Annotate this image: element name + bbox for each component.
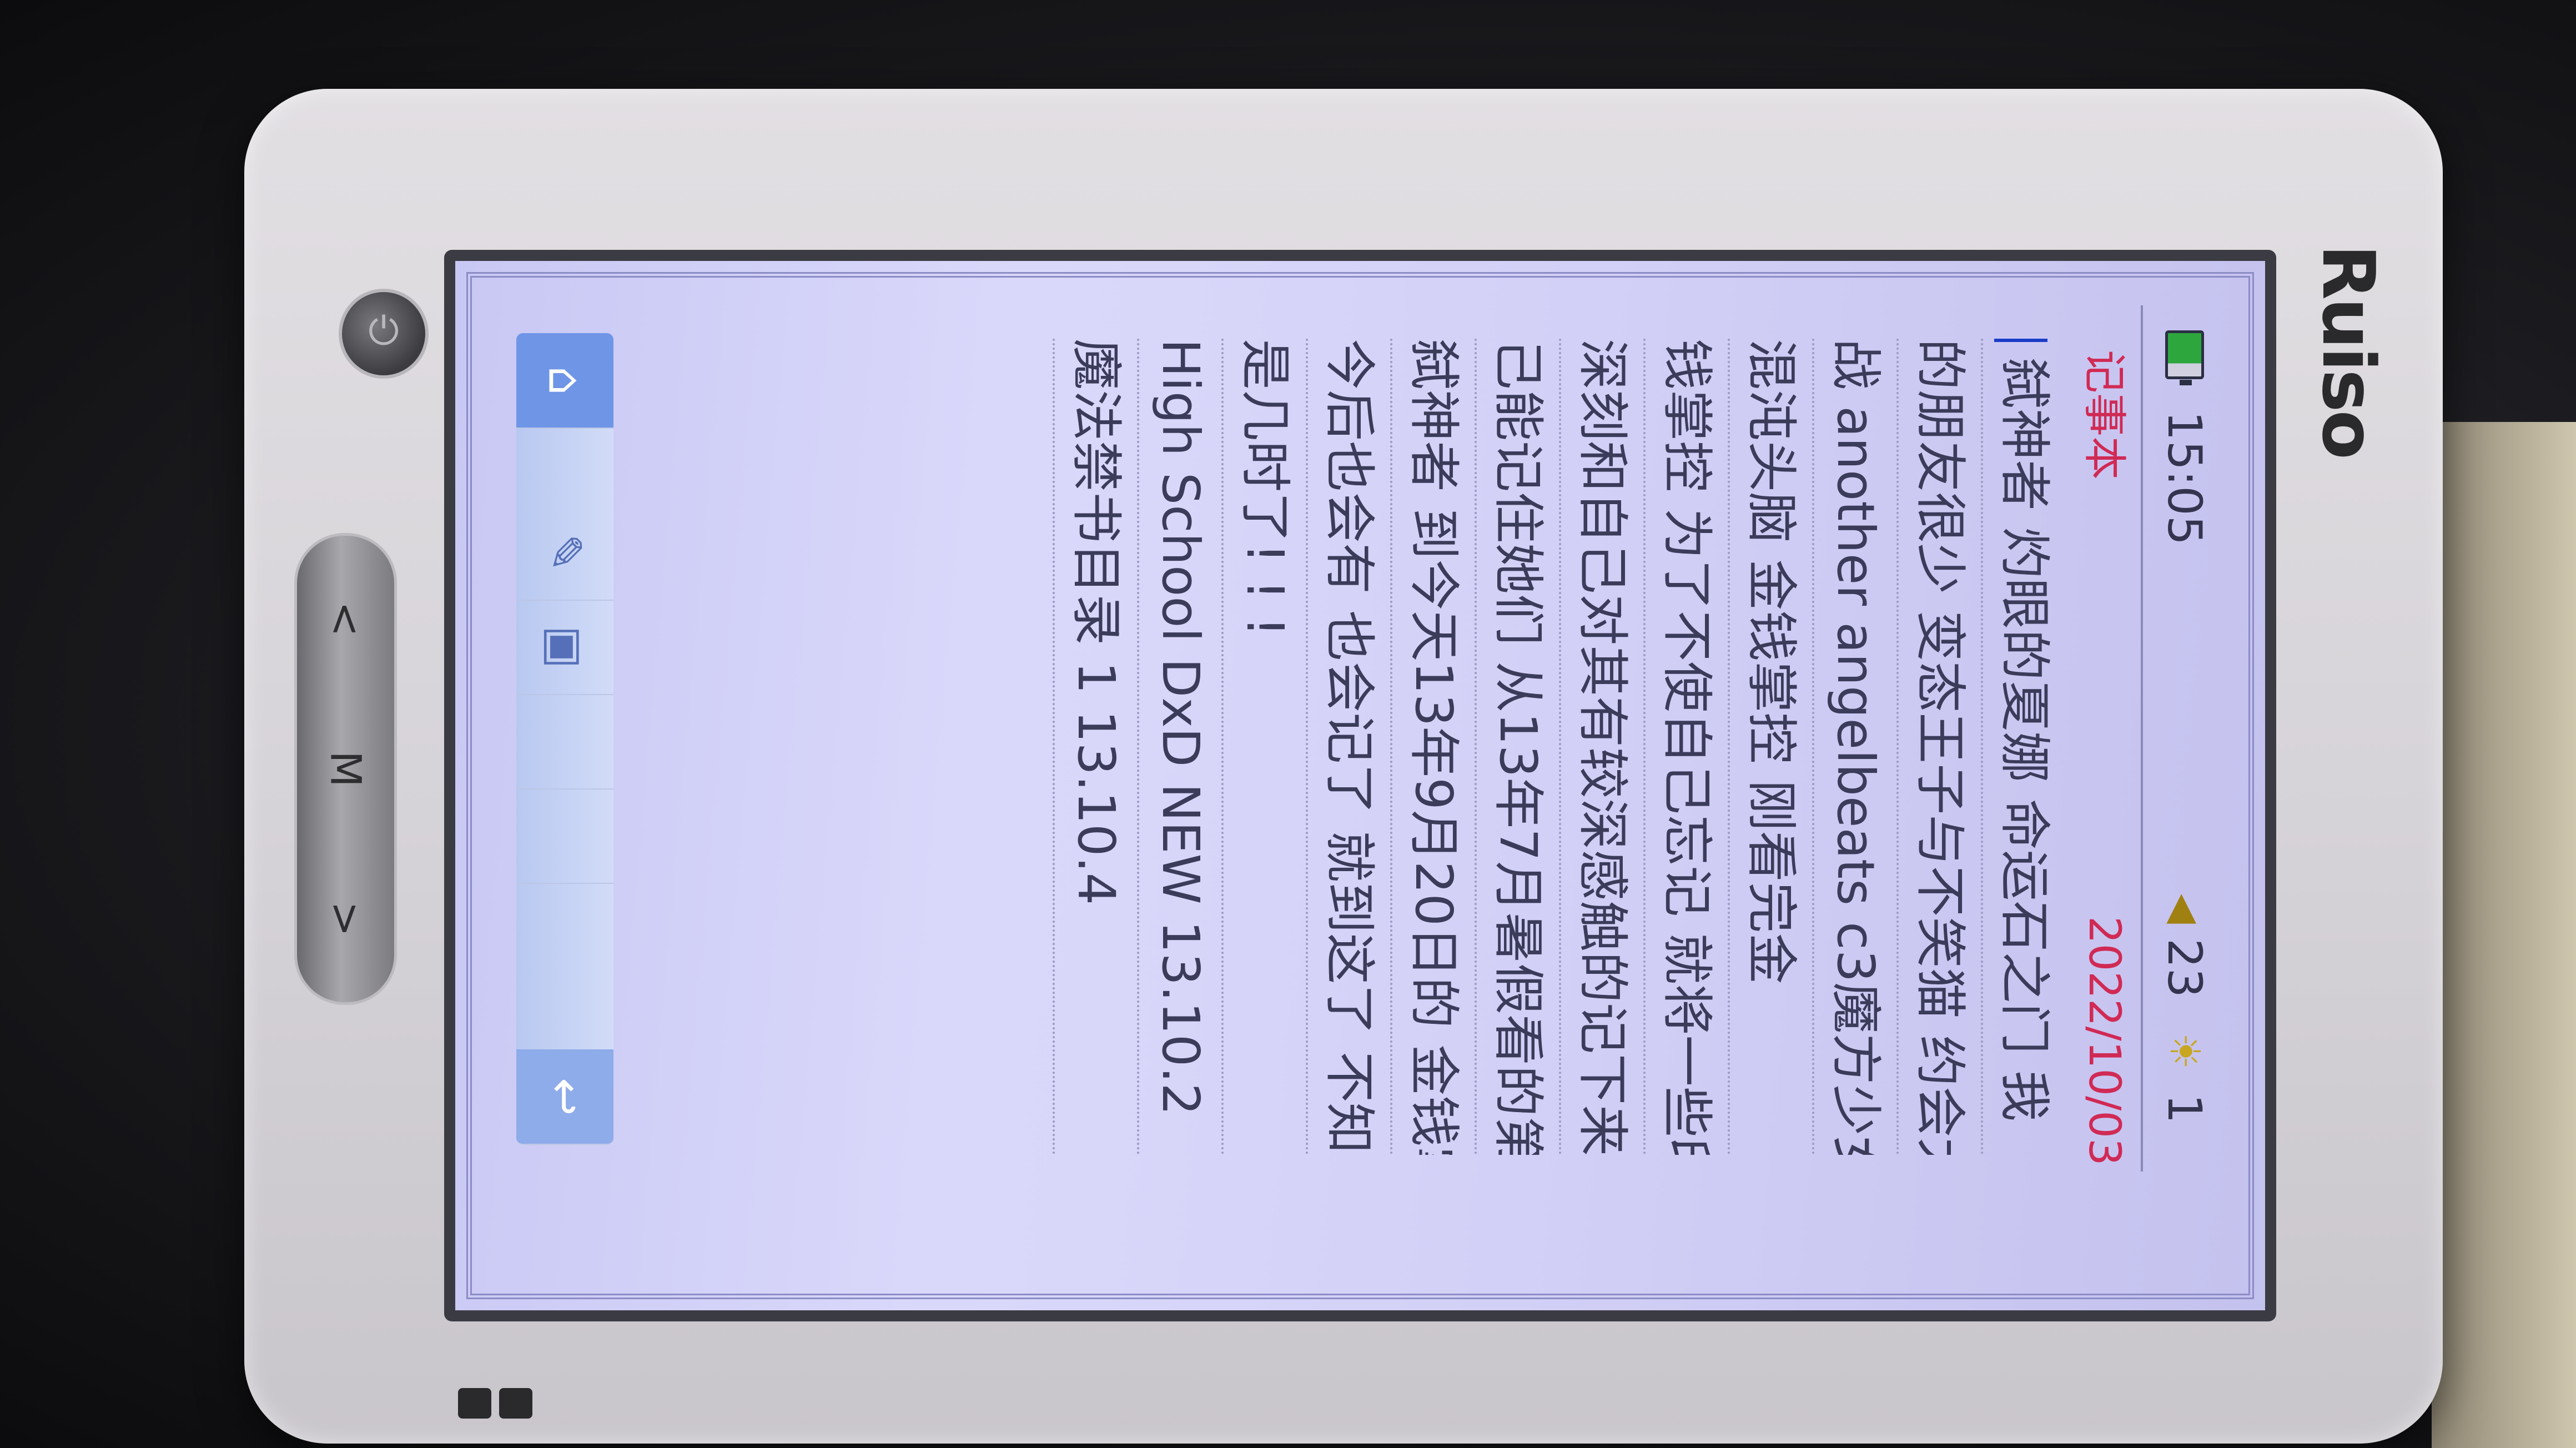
home-button[interactable]: ⌂	[516, 333, 613, 429]
note-line: High School DxD NEW 13.10.2	[1137, 339, 1221, 1155]
brightness-value: 1	[2157, 1094, 2212, 1124]
document-header: 记事本 2022/10/03	[2074, 305, 2135, 1172]
prev-page-button[interactable]: <	[271, 571, 421, 668]
app-title: 记事本	[2079, 350, 2129, 480]
note-line: 魔法禁书目录 1 13.10.4	[1053, 339, 1137, 1155]
speaker-grille	[458, 1388, 552, 1427]
save-button[interactable]: ▣	[516, 600, 613, 695]
note-line: 弑神者 到今天13年9月20日的 金钱掌控	[1390, 339, 1475, 1155]
clock: 15:05	[2157, 411, 2212, 546]
text-cursor	[1994, 339, 2048, 342]
ereader-device: Ruiso ⏻ < M > ⌂ ✎ ▣ ↩ 15:05 ◀ 23 ☀ 1 记事本…	[244, 89, 2443, 1444]
note-line: 深刻和自己对其有较深感触的记下来 望自	[1559, 339, 1643, 1155]
menu-button[interactable]: M	[271, 721, 421, 818]
side-toolbar: ⌂ ✎ ▣ ↩	[516, 333, 613, 1145]
home-icon: ⌂	[539, 365, 591, 395]
sun-icon: ☀	[2161, 1033, 2208, 1070]
speaker-icon: ◀	[2162, 894, 2207, 924]
back-button[interactable]: ↩	[516, 1049, 613, 1145]
back-icon: ↩	[539, 1077, 591, 1116]
next-page-button[interactable]: >	[271, 871, 421, 968]
note-line: 的朋友很少 变态王子与不笑猫 约会大作	[1896, 339, 1981, 1155]
note-line: 己能记住她们 从13年7月暑假看的第一部	[1475, 339, 1559, 1155]
battery-icon	[2165, 330, 2204, 379]
note-line: 是几时了! ! !	[1221, 339, 1306, 1155]
power-icon: ⏻	[368, 308, 399, 354]
volume-value: 23	[2157, 938, 2212, 998]
navigation-rocker: < M >	[294, 533, 397, 1005]
note-line: 今后也会有 也会记了 就到这了 不知下一次	[1306, 339, 1390, 1155]
toolbar-slot-5[interactable]	[516, 788, 613, 884]
note-line: 弑神者 灼眼的夏娜 命运石之门 我	[1981, 339, 2065, 1155]
power-button[interactable]: ⏻	[339, 289, 429, 379]
toolbar-slot-4[interactable]	[516, 694, 613, 790]
document-date: 2022/10/03	[2079, 916, 2129, 1166]
edit-button[interactable]: ✎	[516, 505, 613, 601]
display-screen: ⌂ ✎ ▣ ↩ 15:05 ◀ 23 ☀ 1 记事本 2022/10/03 弑神…	[455, 261, 2265, 1310]
pen-icon: ✎	[539, 533, 591, 572]
table-surface	[2432, 422, 2576, 1448]
notepad-reader: 15:05 ◀ 23 ☀ 1 记事本 2022/10/03 弑神者 灼眼的夏娜 …	[644, 305, 2226, 1172]
brand-logo: Ruiso	[2306, 244, 2391, 457]
note-line: 战 another angelbeats c3魔方少女	[1812, 339, 1896, 1155]
note-text-area[interactable]: 弑神者 灼眼的夏娜 命运石之门 我 的朋友很少 变态王子与不笑猫 约会大作 战 …	[1053, 339, 2065, 1155]
note-line: 钱掌控 为了不使自己忘记 就将一些印象	[1643, 339, 1728, 1155]
save-icon: ▣	[538, 625, 591, 668]
note-line: 混沌头脑 金钱掌控 刚看完金	[1728, 339, 1812, 1155]
status-bar: 15:05 ◀ 23 ☀ 1	[2141, 305, 2226, 1172]
